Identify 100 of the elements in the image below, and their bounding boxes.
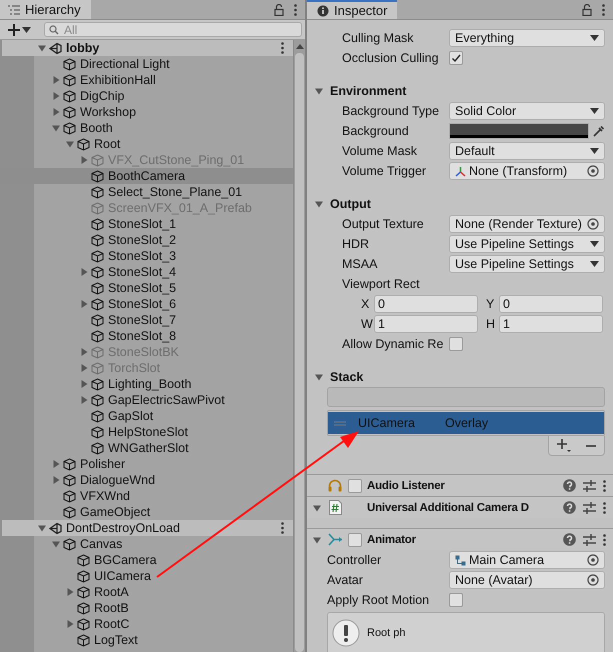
hierarchy-item[interactable]: StoneSlot_5 (0, 280, 293, 296)
foldout-arrow-icon[interactable] (52, 460, 60, 468)
foldout-arrow-icon[interactable] (315, 200, 323, 208)
foldout-arrow-icon[interactable] (66, 588, 74, 596)
hierarchy-item[interactable]: StoneSlot_3 (0, 248, 293, 264)
more-icon[interactable] (281, 522, 284, 534)
foldout-arrow-icon[interactable] (80, 396, 88, 404)
hierarchy-item[interactable]: Booth (0, 120, 293, 136)
hierarchy-item[interactable]: Directional Light (0, 56, 293, 72)
hierarchy-item[interactable]: UICamera (0, 568, 293, 584)
more-icon[interactable] (603, 502, 606, 514)
eyedropper-icon[interactable] (592, 124, 605, 138)
more-icon[interactable] (294, 4, 297, 16)
foldout-arrow-icon[interactable] (315, 373, 323, 381)
checkbox[interactable] (449, 337, 463, 351)
checkbox[interactable] (449, 593, 463, 607)
hierarchy-item[interactable]: DialogueWnd (0, 472, 293, 488)
foldout-arrow-icon[interactable] (80, 300, 88, 308)
number-field[interactable]: 0 (374, 295, 478, 313)
object-picker-icon[interactable] (587, 165, 599, 177)
sliders-icon[interactable] (583, 502, 596, 514)
drag-handle-icon[interactable] (334, 420, 346, 426)
object-field[interactable]: None (Avatar) (449, 571, 605, 589)
more-icon[interactable] (602, 4, 605, 16)
foldout-arrow-icon[interactable] (52, 108, 60, 116)
component-header[interactable]: Audio Listener (307, 474, 613, 496)
component-header[interactable]: Animator (307, 528, 613, 550)
scrollbar[interactable] (293, 40, 305, 652)
hierarchy-item[interactable]: StoneSlot_7 (0, 312, 293, 328)
foldout-arrow-icon[interactable] (66, 140, 74, 148)
object-field[interactable]: None (Transform) (449, 162, 605, 180)
help-icon[interactable] (563, 479, 576, 492)
lock-icon[interactable] (274, 4, 284, 16)
hierarchy-tab[interactable]: Hierarchy (0, 0, 91, 19)
foldout-arrow-icon[interactable] (315, 87, 323, 95)
more-icon[interactable] (603, 534, 606, 546)
sliders-icon[interactable] (583, 534, 596, 546)
hierarchy-item[interactable]: HelpStoneSlot (0, 424, 293, 440)
hierarchy-item[interactable]: LogText (0, 632, 293, 648)
foldout-arrow-icon[interactable] (80, 380, 88, 388)
foldout-arrow-icon[interactable] (52, 476, 60, 484)
hierarchy-item[interactable]: RootC (0, 616, 293, 632)
hierarchy-item[interactable]: RootA (0, 584, 293, 600)
foldout-arrow-icon[interactable] (52, 76, 60, 84)
hierarchy-item[interactable]: StoneSlot_8 (0, 328, 293, 344)
hierarchy-item[interactable]: Canvas (0, 536, 293, 552)
foldout-arrow-icon[interactable] (52, 92, 60, 100)
number-field[interactable]: 1 (499, 315, 603, 333)
search-field[interactable]: All (44, 22, 302, 37)
dropdown[interactable]: Everything (449, 29, 605, 47)
foldout-arrow-icon[interactable] (80, 268, 88, 276)
foldout-arrow-icon[interactable] (38, 524, 46, 532)
hierarchy-item[interactable]: Select_Stone_Plane_01 (0, 184, 293, 200)
color-field[interactable] (449, 123, 589, 139)
hierarchy-item[interactable]: Workshop (0, 104, 293, 120)
object-picker-icon[interactable] (587, 574, 599, 586)
hierarchy-item[interactable]: RootB (0, 600, 293, 616)
hierarchy-item[interactable]: Polisher (0, 456, 293, 472)
hierarchy-item[interactable]: StoneSlot_4 (0, 264, 293, 280)
hierarchy-item[interactable]: GapSlot (0, 408, 293, 424)
scrollbar-thumb[interactable] (295, 53, 304, 652)
foldout-arrow-icon[interactable] (313, 504, 321, 512)
component-header[interactable]: Universal Additional Camera D (307, 496, 613, 518)
hierarchy-item[interactable]: DigChip (0, 88, 293, 104)
hierarchy-item[interactable]: GameObject (0, 504, 293, 520)
hierarchy-item[interactable]: Lighting_Booth (0, 376, 293, 392)
dropdown[interactable]: Use Pipeline Settings (449, 235, 605, 253)
help-icon[interactable] (563, 533, 576, 546)
lock-icon[interactable] (582, 4, 592, 16)
number-field[interactable]: 1 (374, 315, 478, 333)
object-picker-icon[interactable] (587, 554, 599, 566)
foldout-arrow-icon[interactable] (66, 620, 74, 628)
add-button[interactable] (556, 439, 571, 452)
hierarchy-item[interactable]: Root (0, 136, 293, 152)
foldout-arrow-icon[interactable] (38, 44, 46, 52)
dropdown[interactable]: Use Pipeline Settings (449, 255, 605, 273)
hierarchy-item[interactable]: StoneSlot_2 (0, 232, 293, 248)
hierarchy-item[interactable]: StoneSlot_1 (0, 216, 293, 232)
foldout-arrow-icon[interactable] (313, 536, 321, 544)
object-picker-icon[interactable] (587, 218, 599, 230)
dropdown[interactable]: Default (449, 142, 605, 160)
help-icon[interactable] (563, 501, 576, 514)
object-field[interactable]: None (Render Texture) (449, 215, 605, 233)
checkbox[interactable] (348, 532, 362, 546)
hierarchy-item[interactable]: WNGatherSlot (0, 440, 293, 456)
scene-item[interactable]: lobby (2, 40, 293, 56)
hierarchy-item[interactable]: StoneSlot_6 (0, 296, 293, 312)
foldout-arrow-icon[interactable] (52, 540, 60, 548)
scroll-up-icon[interactable] (296, 44, 304, 49)
object-field[interactable]: Main Camera (449, 551, 605, 569)
hierarchy-item[interactable]: BGCamera (0, 552, 293, 568)
checkbox[interactable] (348, 478, 362, 492)
more-icon[interactable] (281, 42, 284, 54)
inspector-tab[interactable]: Inspector (307, 0, 398, 19)
hierarchy-item[interactable]: VFXWnd (0, 488, 293, 504)
scene-item[interactable]: DontDestroyOnLoad (2, 520, 293, 536)
more-icon[interactable] (603, 480, 606, 492)
dropdown[interactable]: Solid Color (449, 102, 605, 120)
checkbox[interactable] (449, 51, 463, 65)
foldout-arrow-icon[interactable] (52, 124, 60, 132)
